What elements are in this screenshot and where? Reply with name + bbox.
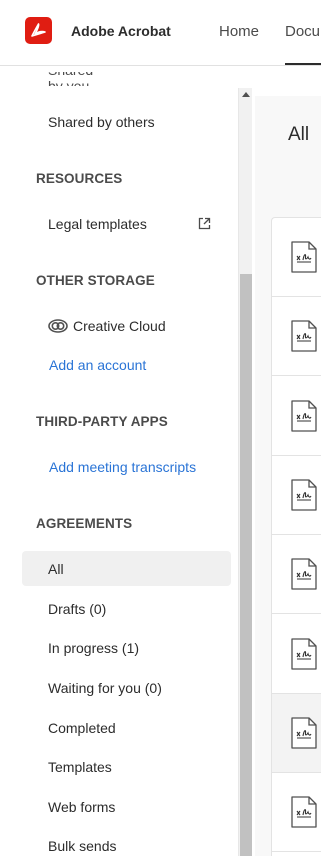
- sidebar-item-all[interactable]: All: [48, 561, 64, 577]
- section-heading-other-storage: OTHER STORAGE: [36, 273, 155, 288]
- sidebar-item-templates[interactable]: Templates: [48, 759, 112, 775]
- signature-document-icon: [291, 637, 317, 670]
- scrollbar-thumb[interactable]: [240, 274, 252, 856]
- add-meeting-transcripts-link[interactable]: Add meeting transcripts: [49, 459, 196, 475]
- app-title: Adobe Acrobat: [71, 23, 171, 39]
- table-row[interactable]: [272, 615, 321, 694]
- section-heading-resources: RESOURCES: [36, 171, 123, 186]
- sidebar-item-shared-by-others[interactable]: Shared by others: [48, 114, 155, 130]
- sidebar-item-web-forms[interactable]: Web forms: [48, 799, 115, 815]
- section-heading-agreements: AGREEMENTS: [36, 516, 133, 531]
- nav-tab-home[interactable]: Home: [219, 23, 259, 40]
- sidebar-item-drafts[interactable]: Drafts (0): [48, 601, 106, 617]
- scroll-up-arrow-icon[interactable]: [242, 92, 250, 97]
- sidebar-item-waiting-for-you[interactable]: Waiting for you (0): [48, 680, 162, 696]
- acrobat-logo-icon[interactable]: [25, 17, 52, 44]
- top-bar: Adobe Acrobat Home Documents: [0, 0, 321, 66]
- creative-cloud-icon: [48, 319, 68, 333]
- signature-document-icon: [291, 479, 317, 511]
- main-content: All: [255, 96, 321, 856]
- page-title: All: [288, 124, 310, 145]
- section-heading-third-party-apps: THIRD-PARTY APPS: [36, 414, 168, 429]
- external-link-icon[interactable]: [198, 217, 211, 230]
- sidebar-item-shared-by-you[interactable]: Shared by you: [48, 72, 108, 86]
- sidebar-item-bulk-sends[interactable]: Bulk sends: [48, 838, 116, 854]
- sidebar-scrollbar[interactable]: [238, 88, 252, 856]
- sidebar-item-in-progress[interactable]: In progress (1): [48, 640, 139, 656]
- signature-document-icon: [291, 241, 317, 273]
- table-row[interactable]: [272, 377, 321, 456]
- sidebar-item-completed[interactable]: Completed: [48, 720, 116, 736]
- signature-document-icon: [291, 796, 317, 828]
- signature-document-icon: [291, 717, 317, 749]
- sidebar: Shared by you Shared by others RESOURCES…: [0, 66, 238, 856]
- sidebar-item-legal-templates[interactable]: Legal templates: [48, 216, 147, 232]
- table-row[interactable]: [272, 535, 321, 615]
- signature-document-icon: [291, 399, 317, 432]
- table-row[interactable]: [272, 218, 321, 297]
- active-tab-indicator: [285, 63, 321, 65]
- table-row[interactable]: [272, 773, 321, 853]
- document-list: [271, 217, 321, 856]
- table-row[interactable]: [272, 693, 321, 773]
- signature-document-icon: [291, 320, 317, 352]
- table-row[interactable]: [272, 456, 321, 535]
- add-account-link[interactable]: Add an account: [49, 357, 146, 373]
- sidebar-item-creative-cloud[interactable]: Creative Cloud: [73, 318, 166, 334]
- table-row[interactable]: [272, 297, 321, 377]
- nav-tab-documents[interactable]: Documents: [285, 23, 321, 40]
- signature-document-icon: [291, 558, 317, 590]
